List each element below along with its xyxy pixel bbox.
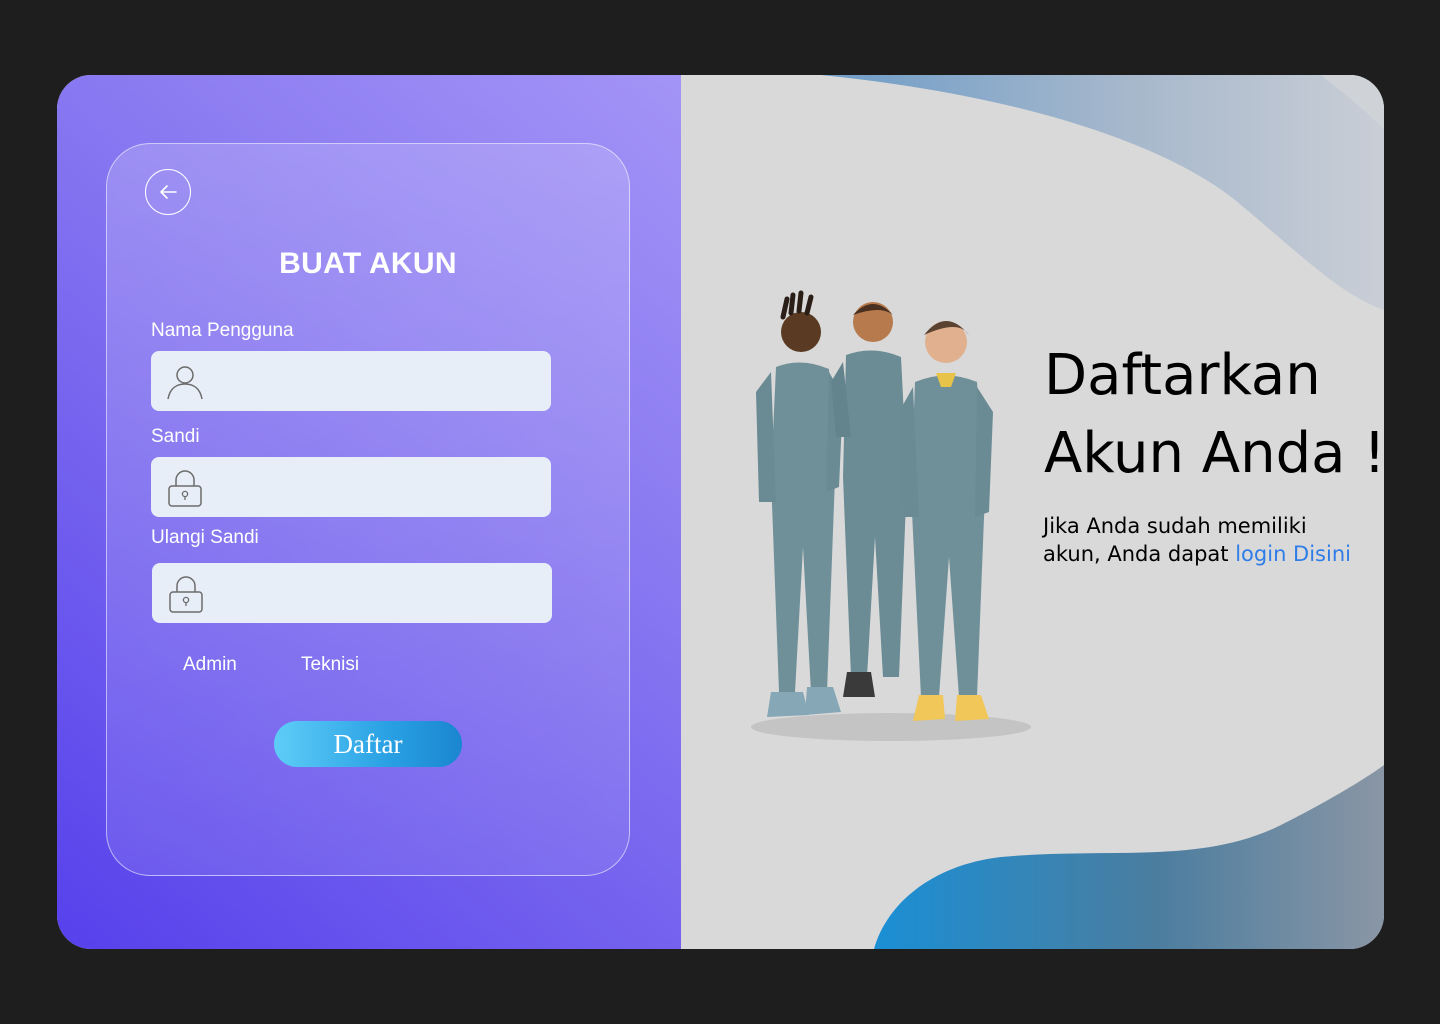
password-label: Sandi [151, 426, 200, 447]
hero-subtext-line2: akun, Anda dapat login Disini [1043, 540, 1351, 568]
hero-headline-line2: Akun Anda ! [1044, 421, 1384, 486]
register-button[interactable]: Daftar [274, 721, 462, 767]
hero-subtext-line1: Jika Anda sudah memiliki [1043, 514, 1307, 538]
username-input[interactable] [221, 351, 545, 413]
register-window: BUAT AKUN Nama Pengguna Sandi Ulangi San… [57, 75, 1384, 949]
lock-icon [168, 470, 202, 507]
hero-headline: Daftarkan Akun Anda ! [1044, 337, 1384, 493]
username-field[interactable] [151, 351, 551, 413]
login-link[interactable]: login Disini [1235, 542, 1351, 566]
confirm-password-input[interactable] [222, 563, 546, 625]
arrow-left-icon [160, 185, 177, 199]
confirm-password-label: Ulangi Sandi [151, 527, 259, 548]
page-title: BUAT AKUN [279, 247, 457, 280]
confirm-password-field[interactable] [152, 563, 552, 625]
hero-headline-line1: Daftarkan [1044, 343, 1321, 408]
hero-subtext-line2-text: akun, Anda dapat [1043, 542, 1236, 566]
hero-subtext: Jika Anda sudah memiliki akun, Anda dapa… [1043, 512, 1351, 568]
role-option-teknisi[interactable]: Teknisi [301, 654, 359, 676]
people-illustration [751, 290, 1031, 741]
hero-panel: Daftarkan Akun Anda ! Jika Anda sudah me… [681, 75, 1384, 949]
username-label: Nama Pengguna [151, 320, 294, 341]
role-option-admin[interactable]: Admin [183, 654, 237, 676]
user-icon [167, 366, 203, 400]
back-button[interactable] [145, 169, 191, 215]
password-field[interactable] [151, 457, 551, 519]
register-card: BUAT AKUN Nama Pengguna Sandi Ulangi San… [106, 143, 630, 876]
form-panel: BUAT AKUN Nama Pengguna Sandi Ulangi San… [57, 75, 681, 949]
lock-icon [169, 576, 203, 613]
password-input[interactable] [221, 457, 545, 519]
